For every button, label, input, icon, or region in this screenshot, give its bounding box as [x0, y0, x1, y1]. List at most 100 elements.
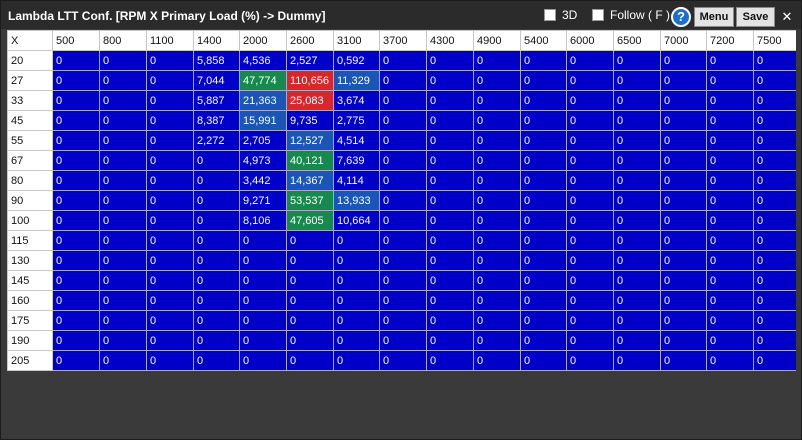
table-cell[interactable]: 0	[52, 70, 100, 91]
table-cell[interactable]: 0	[613, 130, 661, 151]
table-cell[interactable]: 0	[613, 290, 661, 311]
table-cell[interactable]: 0	[146, 150, 194, 171]
table-cell[interactable]: 0	[146, 110, 194, 131]
table-cell[interactable]: 0	[99, 190, 147, 211]
table-cell[interactable]: 0	[660, 70, 707, 91]
table-cell[interactable]: 0	[613, 350, 661, 371]
table-cell[interactable]: 0	[660, 90, 707, 111]
table-cell[interactable]: 0	[706, 250, 754, 271]
table-cell[interactable]: 2,775	[333, 110, 380, 131]
table-cell[interactable]: 0	[566, 290, 614, 311]
table-cell[interactable]: 0	[753, 130, 796, 151]
table-cell[interactable]: 0	[473, 270, 521, 291]
table-cell[interactable]: 0	[146, 210, 194, 231]
table-cell[interactable]: 4,114	[333, 170, 380, 191]
table-cell[interactable]: 14,367	[286, 170, 334, 191]
table-cell[interactable]: 0	[613, 250, 661, 271]
table-cell[interactable]: 0	[146, 270, 194, 291]
table-cell[interactable]: 0	[706, 90, 754, 111]
table-cell[interactable]: 0	[52, 170, 100, 191]
table-cell[interactable]: 2,272	[193, 130, 240, 151]
table-cell[interactable]: 53,537	[286, 190, 334, 211]
table-cell[interactable]: 0	[52, 310, 100, 331]
table-cell[interactable]: 0	[426, 50, 474, 71]
table-cell[interactable]: 0	[99, 50, 147, 71]
table-cell[interactable]: 4,536	[239, 50, 287, 71]
table-cell[interactable]: 0	[753, 230, 796, 251]
table-cell[interactable]: 12,527	[286, 130, 334, 151]
table-cell[interactable]: 0	[520, 190, 567, 211]
table-cell[interactable]: 0	[613, 190, 661, 211]
table-cell[interactable]: 0	[379, 70, 427, 91]
table-cell[interactable]: 0	[379, 50, 427, 71]
table-cell[interactable]: 0	[99, 130, 147, 151]
table-cell[interactable]: 0	[753, 210, 796, 231]
table-cell[interactable]: 0	[193, 150, 240, 171]
table-cell[interactable]: 5,858	[193, 50, 240, 71]
table-cell[interactable]: 0	[426, 90, 474, 111]
table-cell[interactable]: 0,592	[333, 50, 380, 71]
table-cell[interactable]: 0	[753, 270, 796, 291]
table-cell[interactable]: 0	[239, 250, 287, 271]
table-cell[interactable]: 0	[286, 270, 334, 291]
table-cell[interactable]: 0	[660, 150, 707, 171]
table-cell[interactable]: 0	[379, 190, 427, 211]
table-cell[interactable]: 4,973	[239, 150, 287, 171]
table-cell[interactable]: 9,735	[286, 110, 334, 131]
table-cell[interactable]: 0	[379, 310, 427, 331]
table-cell[interactable]: 0	[613, 170, 661, 191]
table-cell[interactable]: 0	[239, 310, 287, 331]
table-cell[interactable]: 0	[660, 210, 707, 231]
table-cell[interactable]: 0	[706, 310, 754, 331]
table-cell[interactable]: 0	[520, 330, 567, 351]
table-cell[interactable]: 0	[660, 130, 707, 151]
table-cell[interactable]: 0	[52, 130, 100, 151]
table-cell[interactable]: 0	[520, 350, 567, 371]
table-cell[interactable]: 0	[566, 350, 614, 371]
table-cell[interactable]: 0	[473, 130, 521, 151]
table-cell[interactable]: 3,674	[333, 90, 380, 111]
table-cell[interactable]: 0	[660, 230, 707, 251]
table-cell[interactable]: 0	[753, 150, 796, 171]
table-cell[interactable]: 0	[753, 50, 796, 71]
table-cell[interactable]: 0	[473, 210, 521, 231]
table-cell[interactable]: 0	[520, 310, 567, 331]
table-cell[interactable]: 8,106	[239, 210, 287, 231]
table-cell[interactable]: 0	[426, 190, 474, 211]
table-cell[interactable]: 0	[473, 310, 521, 331]
table-cell[interactable]: 0	[660, 250, 707, 271]
table-cell[interactable]: 0	[473, 150, 521, 171]
checkbox-box[interactable]	[592, 9, 604, 21]
table-cell[interactable]: 0	[286, 350, 334, 371]
table-cell[interactable]: 0	[660, 310, 707, 331]
table-cell[interactable]: 0	[613, 110, 661, 131]
table-cell[interactable]: 0	[660, 110, 707, 131]
table-cell[interactable]: 0	[333, 270, 380, 291]
table-cell[interactable]: 0	[333, 230, 380, 251]
table-cell[interactable]: 0	[286, 290, 334, 311]
table-cell[interactable]: 0	[52, 350, 100, 371]
table-cell[interactable]: 0	[52, 210, 100, 231]
table-cell[interactable]: 0	[706, 70, 754, 91]
table-cell[interactable]: 0	[146, 90, 194, 111]
table-cell[interactable]: 0	[52, 110, 100, 131]
table-cell[interactable]: 0	[706, 50, 754, 71]
table-cell[interactable]: 0	[99, 110, 147, 131]
table-cell[interactable]: 0	[473, 70, 521, 91]
table-cell[interactable]: 0	[613, 230, 661, 251]
table-cell[interactable]: 13,933	[333, 190, 380, 211]
table-cell[interactable]: 0	[379, 90, 427, 111]
table-cell[interactable]: 0	[52, 230, 100, 251]
table-cell[interactable]: 0	[286, 230, 334, 251]
table-cell[interactable]: 0	[520, 150, 567, 171]
table-cell[interactable]: 0	[613, 330, 661, 351]
table-cell[interactable]: 0	[566, 250, 614, 271]
table-cell[interactable]: 0	[52, 190, 100, 211]
table-cell[interactable]: 0	[99, 250, 147, 271]
table-cell[interactable]: 0	[660, 270, 707, 291]
table-cell[interactable]: 0	[99, 310, 147, 331]
table-cell[interactable]: 0	[99, 150, 147, 171]
table-cell[interactable]: 0	[520, 70, 567, 91]
table-cell[interactable]: 2,705	[239, 130, 287, 151]
help-icon[interactable]: ?	[671, 7, 691, 27]
